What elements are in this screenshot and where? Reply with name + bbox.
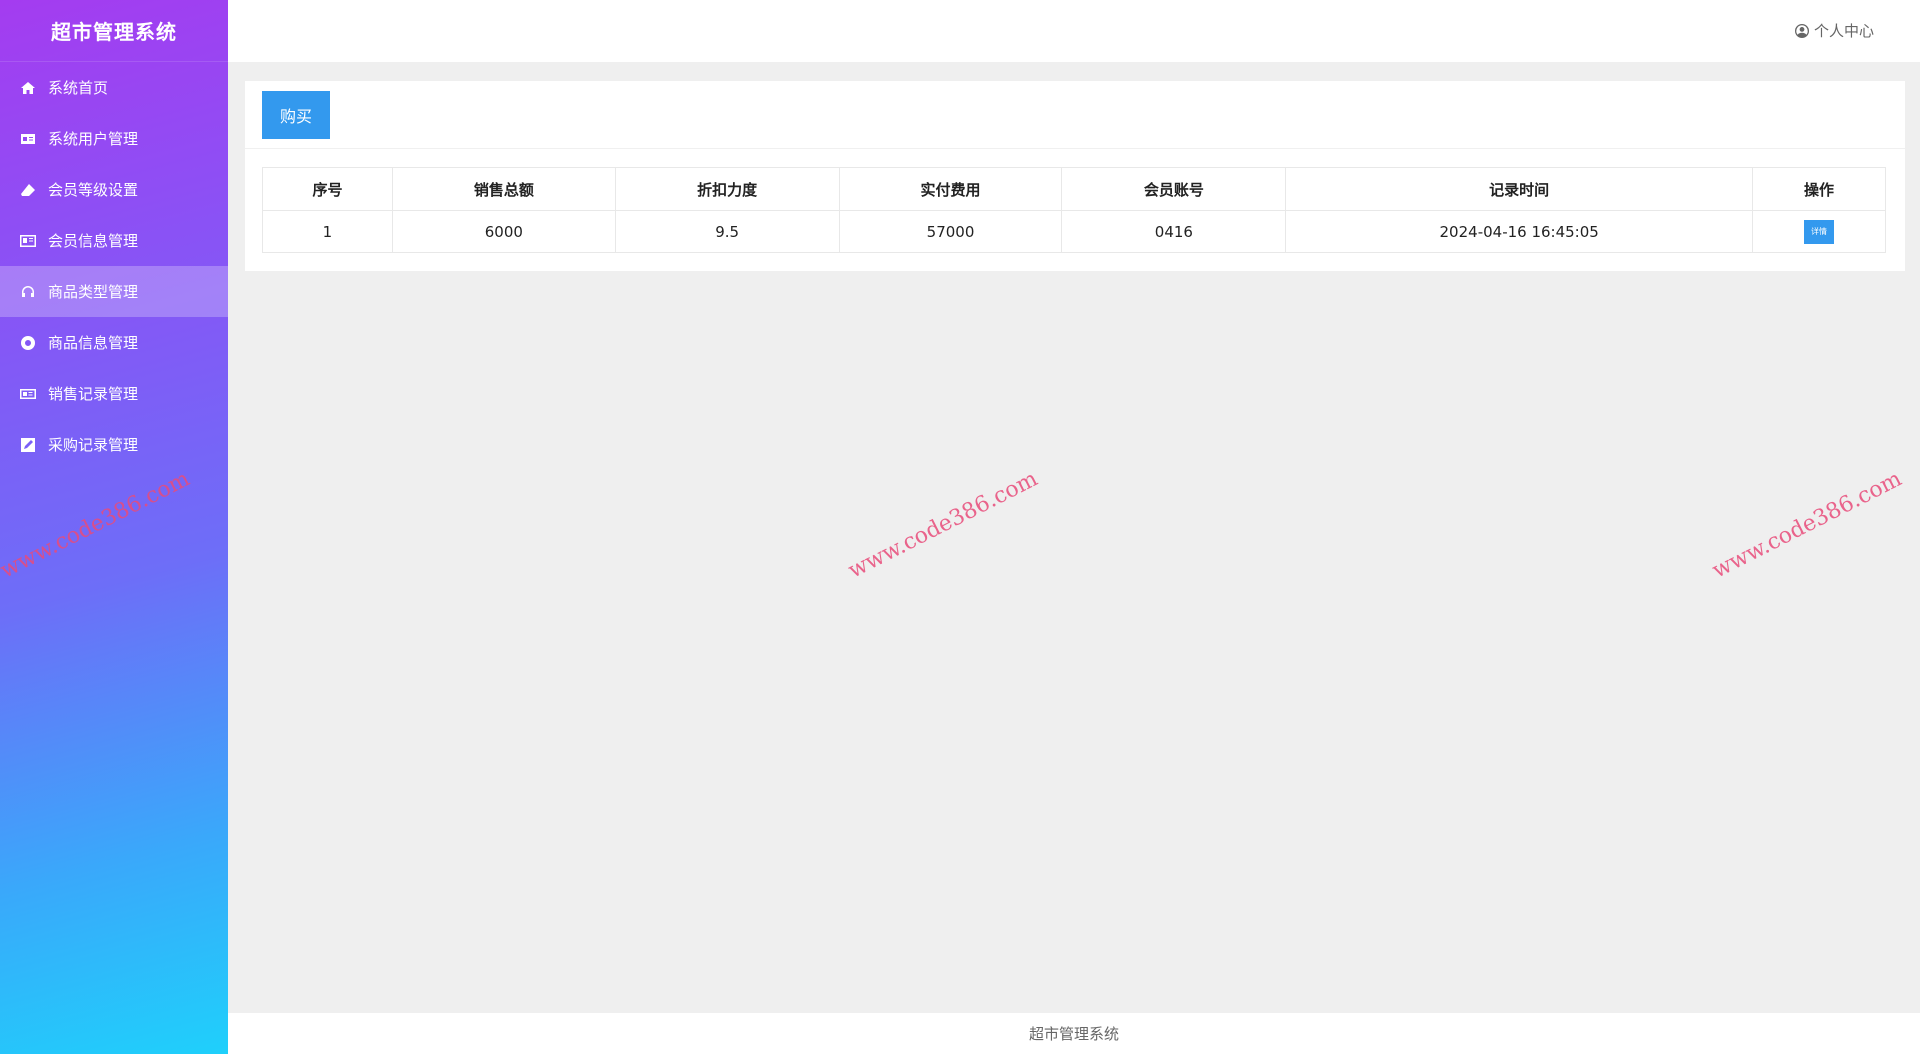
sidebar-item-product-types[interactable]: 商品类型管理 <box>0 266 228 317</box>
column-header-time: 记录时间 <box>1285 167 1754 211</box>
eraser-icon <box>18 182 38 198</box>
top-header: 个人中心 <box>228 0 1920 62</box>
newspaper-icon <box>18 386 38 402</box>
home-icon <box>18 80 38 96</box>
sidebar-item-sales-records[interactable]: 销售记录管理 <box>0 368 228 419</box>
sidebar-item-member-levels[interactable]: 会员等级设置 <box>0 164 228 215</box>
edit-icon <box>18 437 38 453</box>
watermark: www.code386.com <box>844 466 1042 584</box>
column-header-discount: 折扣力度 <box>614 167 840 211</box>
buy-button[interactable]: 购买 <box>262 91 330 139</box>
table-header-row: 序号 销售总额 折扣力度 实付费用 会员账号 记录时间 操作 <box>262 167 1886 211</box>
sidebar-item-label: 商品信息管理 <box>48 334 139 352</box>
headphones-icon <box>18 284 38 300</box>
sidebar-item-purchase-records[interactable]: 采购记录管理 <box>0 419 228 470</box>
cell-discount: 9.5 <box>614 210 840 253</box>
footer: 超市管理系统 <box>228 1013 1920 1054</box>
life-ring-icon <box>18 335 38 351</box>
cell-total: 6000 <box>391 210 616 253</box>
user-circle-icon <box>1794 23 1809 38</box>
sidebar-item-label: 会员等级设置 <box>48 181 139 199</box>
sidebar-item-system-users[interactable]: 系统用户管理 <box>0 113 228 164</box>
sidebar-item-member-info[interactable]: 会员信息管理 <box>0 215 228 266</box>
footer-text: 超市管理系统 <box>1028 1025 1119 1043</box>
sales-table: 序号 销售总额 折扣力度 实付费用 会员账号 记录时间 操作 1 6000 9.… <box>262 167 1886 253</box>
cell-time: 2024-04-16 16:45:05 <box>1285 210 1754 253</box>
table-row: 1 6000 9.5 57000 0416 2024-04-16 16:45:0… <box>262 210 1886 253</box>
cell-index: 1 <box>262 210 393 253</box>
vcard-icon <box>18 233 38 249</box>
column-header-action: 操作 <box>1752 167 1886 211</box>
detail-button[interactable]: 详情 <box>1804 219 1835 244</box>
table-container: 序号 销售总额 折扣力度 实付费用 会员账号 记录时间 操作 1 6000 9.… <box>245 149 1905 253</box>
sidebar-item-label: 采购记录管理 <box>48 436 139 454</box>
sidebar-item-home[interactable]: 系统首页 <box>0 62 228 113</box>
app-title: 超市管理系统 <box>0 0 228 62</box>
sidebar-item-label: 商品类型管理 <box>48 283 139 301</box>
column-header-total: 销售总额 <box>391 167 616 211</box>
toolbar: 购买 <box>245 81 1905 149</box>
sidebar-item-label: 系统首页 <box>48 79 109 97</box>
content-panel: 购买 序号 销售总额 折扣力度 实付费用 会员账号 记录时间 操作 1 6000 <box>245 81 1905 271</box>
sidebar-item-label: 销售记录管理 <box>48 385 139 403</box>
cell-action: 详情 <box>1752 210 1886 253</box>
user-center-label: 个人中心 <box>1813 22 1874 40</box>
cell-paid: 57000 <box>838 210 1063 253</box>
column-header-index: 序号 <box>262 167 393 211</box>
cell-member: 0416 <box>1061 210 1287 253</box>
sidebar-item-label: 会员信息管理 <box>48 232 139 250</box>
id-card-icon <box>18 131 38 147</box>
column-header-member: 会员账号 <box>1061 167 1287 211</box>
user-center-link[interactable]: 个人中心 <box>1794 20 1874 41</box>
sidebar-item-product-info[interactable]: 商品信息管理 <box>0 317 228 368</box>
sidebar: 超市管理系统 系统首页 系统用户管理 会员等级设置 会员信息管理 商品类型管理 … <box>0 0 228 1054</box>
column-header-paid: 实付费用 <box>838 167 1063 211</box>
sidebar-item-label: 系统用户管理 <box>48 130 139 148</box>
watermark: www.code386.com <box>1708 466 1906 584</box>
sidebar-menu: 系统首页 系统用户管理 会员等级设置 会员信息管理 商品类型管理 商品信息管理 … <box>0 62 228 470</box>
